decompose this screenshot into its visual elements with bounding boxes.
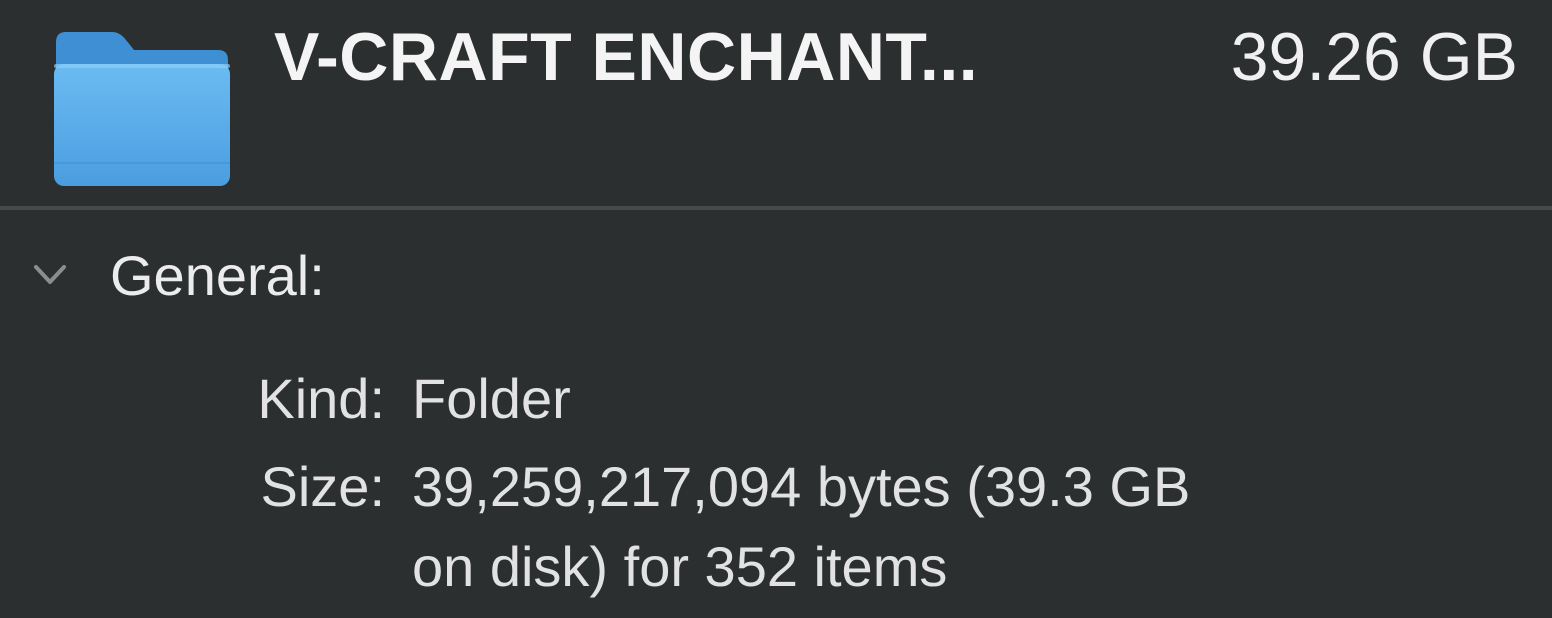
kind-value: Folder bbox=[412, 367, 571, 430]
chevron-down-icon[interactable] bbox=[30, 255, 70, 295]
size-label: Size: bbox=[260, 455, 386, 518]
general-section-label: General: bbox=[110, 243, 325, 307]
file-title: V-CRAFT ENCHANT... bbox=[274, 19, 979, 95]
folder-icon bbox=[54, 32, 230, 186]
size-value-line2: on disk) for 352 items bbox=[412, 535, 948, 598]
kind-label: Kind: bbox=[257, 367, 385, 430]
size-value-line1: 39,259,217,094 bytes (39.3 GB bbox=[412, 455, 1191, 518]
header-size: 39.26 GB bbox=[1230, 19, 1518, 95]
divider bbox=[0, 206, 1552, 210]
general-section-toggle[interactable]: General: bbox=[30, 240, 325, 310]
info-header: V-CRAFT ENCHANT... 39.26 GB bbox=[0, 0, 1552, 206]
